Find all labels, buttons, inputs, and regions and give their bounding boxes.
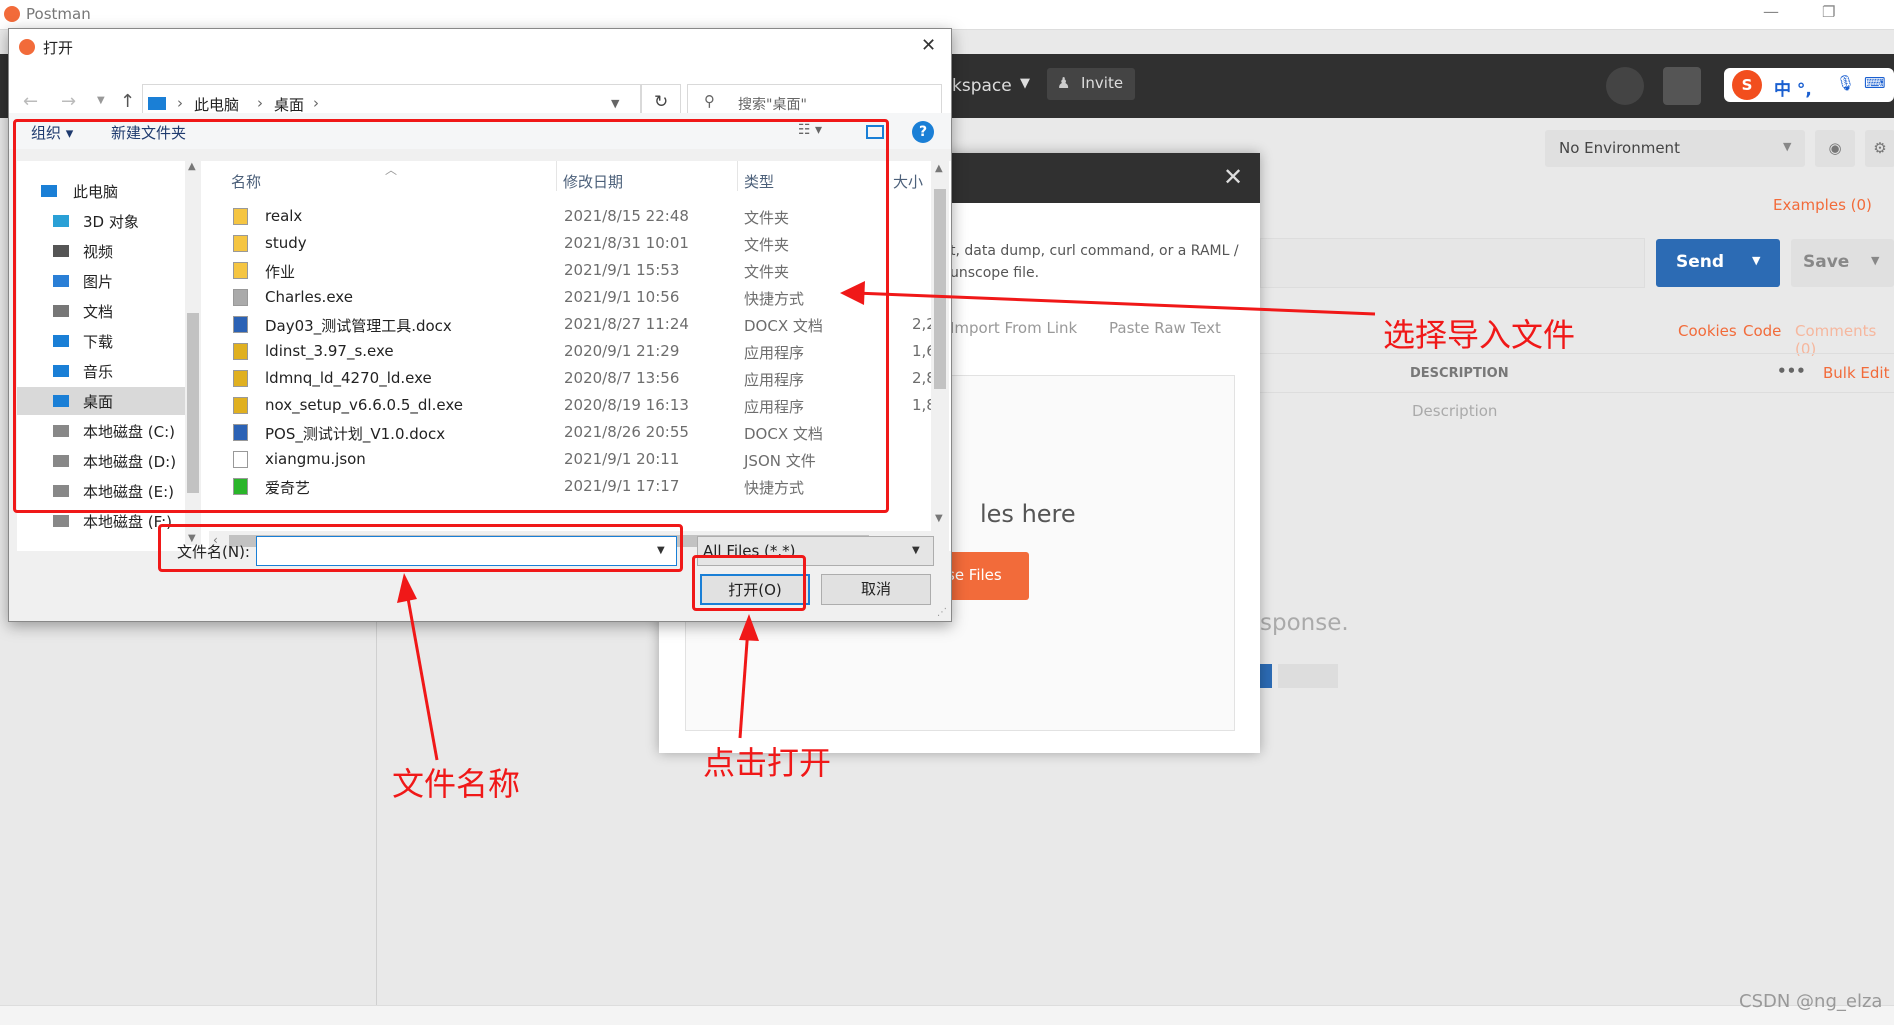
annotation-arrows <box>397 281 1376 761</box>
annotation-filename: 文件名称 <box>392 765 521 803</box>
annotation-select-file: 选择导入文件 <box>1383 316 1576 354</box>
annotation-click-open: 点击打开 <box>703 744 832 782</box>
